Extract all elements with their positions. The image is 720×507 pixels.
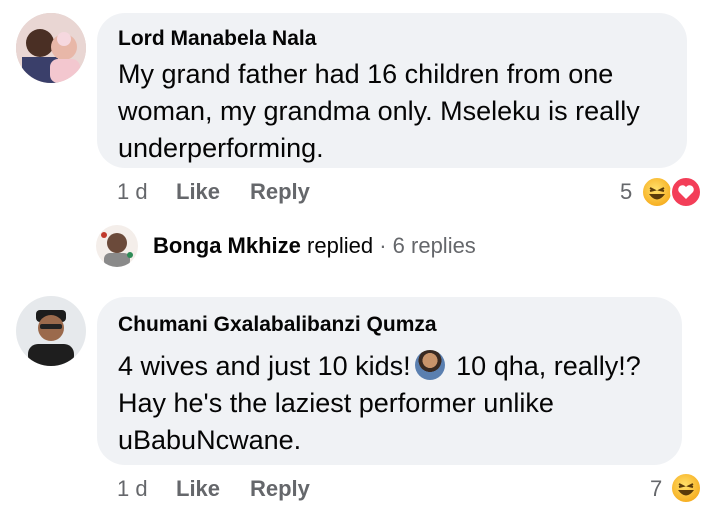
like-button[interactable]: Like <box>176 476 220 502</box>
comment-author[interactable]: Lord Manabela Nala <box>118 27 316 51</box>
comment-timestamp[interactable]: 1 d <box>117 179 148 205</box>
reply-button[interactable]: Reply <box>250 179 310 205</box>
replies-count: 6 replies <box>392 233 476 258</box>
person-gesturing-ok-icon <box>414 350 445 380</box>
avatar[interactable] <box>16 13 86 83</box>
haha-icon[interactable] <box>670 472 702 504</box>
like-button[interactable]: Like <box>176 179 220 205</box>
comment-text-part: 4 wives and just 10 kids! <box>118 351 411 381</box>
reaction-count[interactable]: 7 <box>650 476 662 502</box>
haha-icon[interactable] <box>641 176 673 208</box>
comment-timestamp[interactable]: 1 d <box>117 476 148 502</box>
replier-name: Bonga Mkhize <box>153 233 301 258</box>
profile-photo-icon <box>16 296 86 366</box>
profile-photo-icon <box>96 225 138 267</box>
love-icon[interactable] <box>670 176 702 208</box>
avatar[interactable] <box>96 225 138 267</box>
avatar[interactable] <box>16 296 86 366</box>
comment-text: My grand father had 16 children from one… <box>118 59 640 163</box>
comment-author[interactable]: Chumani Gxalabalibanzi Qumza <box>118 313 437 337</box>
separator: · <box>379 233 387 258</box>
profile-photo-icon <box>16 13 86 83</box>
view-replies-link[interactable]: Bonga Mkhize replied · 6 replies <box>153 233 476 259</box>
reaction-count[interactable]: 5 <box>620 179 632 205</box>
reply-button[interactable]: Reply <box>250 476 310 502</box>
replied-label: replied <box>307 233 374 258</box>
comment-text: 4 wives and just 10 kids! 10 qha, really… <box>118 348 673 459</box>
